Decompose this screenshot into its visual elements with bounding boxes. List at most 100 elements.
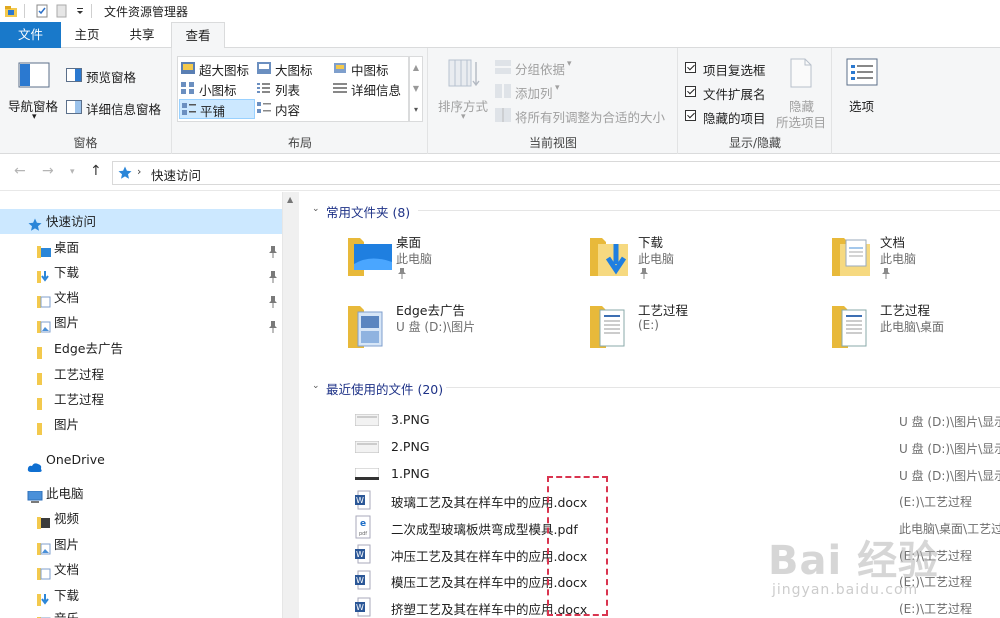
frequent-folders-header[interactable]: 常用文件夹 (8): [326, 202, 410, 221]
nav-pc-music[interactable]: 音乐: [0, 606, 282, 618]
nav-pc-documents[interactable]: 文档: [0, 557, 282, 582]
up-arrow-icon[interactable]: ↑: [90, 163, 102, 179]
collapse-chevron-icon[interactable]: ⌄: [312, 381, 320, 391]
options-button[interactable]: 选项: [838, 56, 886, 130]
nav-quick-access[interactable]: 快速访问: [0, 209, 282, 234]
folder-icon: [37, 418, 51, 443]
nav-item-process-1[interactable]: 工艺过程: [0, 362, 282, 387]
address-input[interactable]: › 快速访问: [112, 161, 1000, 185]
pin-icon[interactable]: [268, 291, 278, 308]
item-checkboxes-checkbox[interactable]: [685, 62, 696, 73]
frequent-tile-edge[interactable]: Edge去广告 U 盘 (D:)\图片: [340, 296, 560, 352]
nav-pc-downloads[interactable]: 下载: [0, 583, 282, 608]
svg-text:W: W: [356, 550, 364, 559]
nav-item-pictures-2[interactable]: 图片: [0, 412, 282, 437]
breadcrumb-chevron-icon[interactable]: ›: [137, 165, 141, 178]
sort-by-button[interactable]: 排序方式 ▾: [435, 56, 491, 128]
nav-item-pictures[interactable]: 图片: [0, 310, 282, 335]
nav-onedrive[interactable]: OneDrive: [0, 447, 282, 472]
nav-item-label: 工艺过程: [54, 392, 105, 407]
nav-item-documents[interactable]: 文档: [0, 285, 282, 310]
more-icon: ▾: [413, 105, 418, 114]
folder-with-files-icon: [346, 302, 394, 353]
layout-medium-icons[interactable]: 中图标: [333, 59, 407, 79]
file-extensions-toggle[interactable]: 文件扩展名: [685, 83, 785, 103]
layout-tiles[interactable]: 平铺: [179, 99, 255, 119]
add-column-icon: [495, 84, 511, 101]
details-pane-icon: [66, 100, 82, 117]
details-pane-button[interactable]: 详细信息窗格: [66, 98, 170, 118]
tab-view[interactable]: 查看: [171, 22, 225, 49]
pin-icon[interactable]: [268, 266, 278, 283]
chevron-down-icon: ▾: [555, 83, 560, 93]
pin-icon[interactable]: [268, 316, 278, 333]
hide-selected-button[interactable]: 隐藏 所选项目: [775, 56, 831, 130]
add-column-button[interactable]: 添加列 ▾: [495, 82, 675, 102]
layout-gallery-scroll[interactable]: ▲ ▼ ▾: [409, 56, 423, 122]
recent-row[interactable]: 2.PNG U 盘 (D:)\图片\显示: [300, 435, 1000, 460]
show-hide-group-label: 显示/隐藏: [728, 136, 782, 150]
tab-file[interactable]: 文件: [0, 22, 61, 48]
recent-row[interactable]: 1.PNG U 盘 (D:)\图片\显示: [300, 462, 1000, 487]
layout-large-icons[interactable]: 大图标: [257, 59, 331, 79]
recent-row[interactable]: W 玻璃工艺及其在样车中的应用.docx (E:)\工艺过程: [300, 488, 1000, 513]
back-arrow-icon[interactable]: ←: [14, 163, 26, 179]
frequent-tile-process-desktop[interactable]: 工艺过程 此电脑\桌面: [824, 296, 1000, 352]
recent-locations-icon[interactable]: ▾: [70, 167, 75, 177]
nav-item-downloads[interactable]: 下载: [0, 260, 282, 285]
navigation-pane-button[interactable]: 导航窗格 ▾: [6, 56, 62, 128]
recent-row[interactable]: W 挤塑工艺及其在样车中的应用.docx (E:)\工艺过程: [300, 595, 1000, 618]
recent-file-path: U 盘 (D:)\图片\显示: [899, 469, 1000, 483]
frequent-tile-documents[interactable]: 文档 此电脑: [824, 228, 1000, 284]
navigation-pane-scrollbar[interactable]: ▲: [282, 192, 299, 618]
chevron-down-icon: ▼: [412, 84, 420, 93]
word-document-icon: W: [355, 544, 371, 567]
pdf-file-icon: e pdf: [355, 515, 371, 542]
nav-pc-videos[interactable]: 视频: [0, 506, 282, 531]
fit-columns-button[interactable]: 将所有列调整为合适的大小: [495, 106, 675, 126]
word-document-icon: W: [355, 490, 371, 513]
folder-with-files-icon: [830, 302, 878, 353]
frequent-tile-downloads[interactable]: 下载 此电脑: [582, 228, 802, 284]
nav-item-process-2[interactable]: 工艺过程: [0, 387, 282, 412]
frequent-tile-process-e[interactable]: 工艺过程 (E:): [582, 296, 802, 352]
new-folder-icon[interactable]: [55, 4, 69, 18]
tab-home[interactable]: 主页: [61, 22, 113, 48]
frequent-tile-desktop[interactable]: 桌面 此电脑: [340, 228, 560, 284]
preview-pane-button[interactable]: 预览窗格: [66, 66, 170, 86]
properties-icon[interactable]: [35, 4, 49, 18]
nav-item-edge[interactable]: Edge去广告: [0, 336, 282, 361]
details-icon: [333, 82, 347, 97]
documents-folder-icon: [830, 234, 878, 281]
forward-arrow-icon[interactable]: →: [42, 163, 54, 179]
nav-this-pc[interactable]: 此电脑: [0, 481, 282, 506]
hidden-items-toggle[interactable]: 隐藏的项目: [685, 107, 785, 127]
layout-small-icons[interactable]: 小图标: [181, 79, 255, 99]
hidden-items-checkbox[interactable]: [685, 110, 696, 121]
downloads-folder-icon: [588, 234, 636, 281]
layout-list[interactable]: 列表: [257, 79, 331, 99]
recent-row[interactable]: 3.PNG U 盘 (D:)\图片\显示: [300, 408, 1000, 433]
word-document-icon: W: [355, 570, 371, 593]
recent-files-header[interactable]: 最近使用的文件 (20): [326, 379, 443, 398]
scroll-up-icon[interactable]: ▲: [287, 195, 293, 204]
layout-details[interactable]: 详细信息: [333, 79, 407, 99]
extra-large-icons-icon: [181, 62, 195, 77]
tab-share[interactable]: 共享: [116, 22, 168, 48]
nav-item-label: 下载: [54, 588, 80, 603]
layout-extra-large-icons[interactable]: 超大图标: [181, 59, 255, 79]
pane-group-label: 窗格: [73, 136, 98, 150]
layout-content[interactable]: 内容: [257, 99, 331, 119]
pin-icon[interactable]: [268, 241, 278, 258]
item-checkboxes-toggle[interactable]: 项目复选框: [685, 59, 785, 79]
collapse-chevron-icon[interactable]: ⌄: [312, 204, 320, 214]
tile-location: 此电脑: [880, 252, 917, 266]
group-by-button[interactable]: 分组依据 ▾: [495, 58, 675, 78]
customize-quick-access-icon[interactable]: [75, 4, 85, 18]
breadcrumb-quick-access[interactable]: 快速访问: [151, 165, 201, 184]
recent-file-path: (E:)\工艺过程: [899, 495, 973, 509]
nav-item-desktop[interactable]: 桌面: [0, 235, 282, 260]
file-extensions-checkbox[interactable]: [685, 86, 696, 97]
nav-pc-pictures[interactable]: 图片: [0, 532, 282, 557]
cloud-icon: [27, 455, 43, 480]
